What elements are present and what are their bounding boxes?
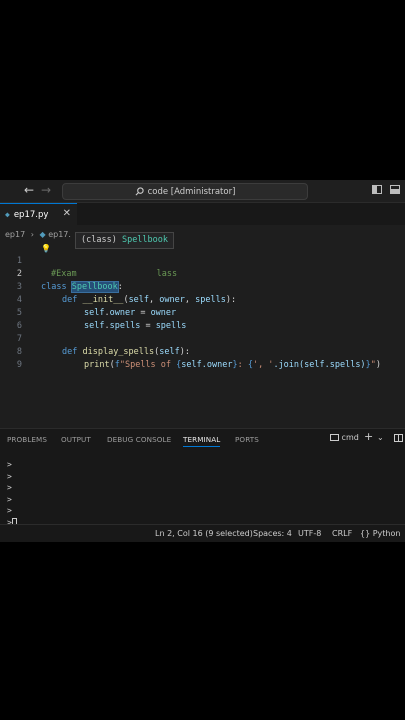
cursor-position[interactable]: Ln 2, Col 16 (9 selected)	[155, 529, 253, 538]
python-file-icon: ◆	[5, 210, 10, 219]
breadcrumb-file[interactable]: ep17.	[48, 230, 71, 239]
back-button[interactable]: ←	[24, 183, 34, 197]
command-center-label: code [Administrator]	[147, 186, 236, 197]
terminal-icon	[330, 434, 339, 441]
breadcrumb-folder[interactable]: ep17	[5, 230, 25, 239]
line-ending[interactable]: CRLF	[332, 529, 352, 538]
code-line-1: 1 #Exam lass	[0, 242, 405, 279]
search-icon	[135, 187, 144, 196]
code-line-9: 9	[0, 346, 405, 370]
encoding[interactable]: UTF-8	[298, 529, 321, 538]
terminal-selector[interactable]: cmd	[330, 433, 359, 442]
line-number: 9	[16, 360, 22, 370]
code-line-7: 7 def display_spells(self):	[0, 320, 405, 357]
language-mode[interactable]: {} Python	[360, 529, 400, 538]
chevron-down-icon[interactable]: ⌄	[377, 433, 384, 442]
code-line-5: 5 self.spells = spells	[0, 294, 405, 331]
split-terminal-icon[interactable]	[394, 434, 403, 444]
status-bar: Ln 2, Col 16 (9 selected) Spaces: 4 UTF-…	[0, 524, 405, 542]
tab-terminal[interactable]: TERMINAL	[183, 435, 221, 447]
close-tab-icon[interactable]: ✕	[63, 208, 71, 219]
tab-ep17-py[interactable]: ◆ ep17.py ✕	[0, 203, 77, 225]
tab-ports[interactable]: PORTS	[235, 435, 259, 444]
editor-tab-bar: ◆ ep17.py ✕	[0, 203, 405, 225]
title-bar: ← → code [Administrator]	[0, 180, 405, 203]
vscode-window: ← → code [Administrator] ◆ ep17.py ✕ ep1…	[0, 180, 405, 542]
bottom-panel: PROBLEMS OUTPUT DEBUG CONSOLE TERMINAL P…	[0, 428, 405, 528]
add-terminal-button[interactable]: +	[364, 430, 373, 443]
code-line-8: 8 print(f"Spells of {self.owner}: {', '.…	[0, 333, 405, 370]
hover-tooltip: (class) Spellbook	[75, 232, 175, 249]
code-editor[interactable]: 1 #Exam lass 2 class Spellbook: 3 def __i…	[0, 242, 405, 370]
terminal-line: >	[7, 483, 12, 492]
terminal-line: >	[7, 506, 12, 515]
lightbulb-icon[interactable]: 💡	[41, 244, 51, 253]
tab-output[interactable]: OUTPUT	[61, 435, 91, 444]
code-line-6: 6	[0, 307, 405, 331]
tab-problems[interactable]: PROBLEMS	[7, 435, 47, 444]
terminal-line: >	[7, 471, 12, 481]
code-line-3: 3 def __init__(self, owner, spells):	[0, 268, 405, 305]
terminal-output[interactable]: > > > > > >	[7, 459, 17, 528]
toggle-panel-icon[interactable]	[390, 185, 400, 194]
code-line-4: 4 self.owner = owner	[0, 281, 405, 318]
code-line-2: 2 class Spellbook:	[0, 255, 405, 293]
forward-button[interactable]: →	[41, 183, 51, 197]
chevron-right-icon: ›	[30, 230, 34, 239]
braces-icon: {}	[360, 529, 371, 538]
terminal-line: >	[7, 460, 12, 469]
python-file-icon: ◆	[39, 230, 46, 239]
toggle-sidebar-icon[interactable]	[372, 185, 382, 194]
breadcrumb: ep17 › ◆ ep17.	[5, 230, 71, 239]
tab-debug-console[interactable]: DEBUG CONSOLE	[107, 435, 171, 444]
command-center-search[interactable]: code [Administrator]	[62, 183, 308, 200]
indentation[interactable]: Spaces: 4	[253, 529, 292, 538]
tab-label: ep17.py	[13, 209, 49, 220]
terminal-line: >	[7, 494, 12, 504]
